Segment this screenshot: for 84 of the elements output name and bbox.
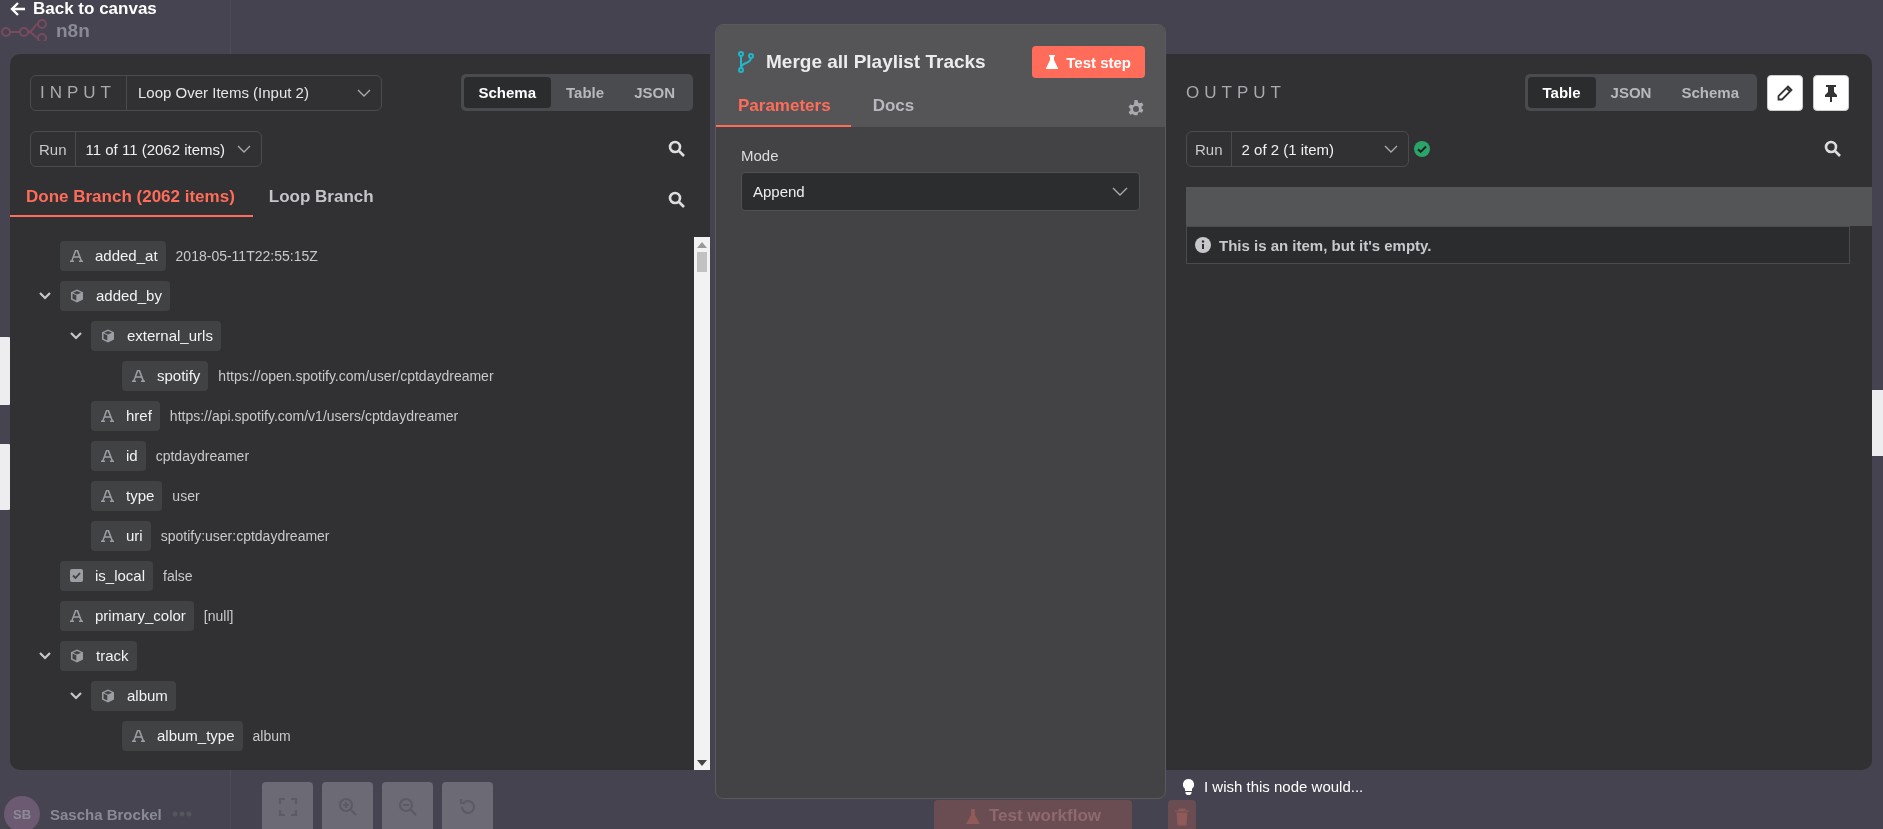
field-key: album [91, 680, 176, 711]
field-key: track [60, 640, 137, 671]
view-tab[interactable]: JSON [619, 77, 690, 108]
cube-icon [101, 688, 115, 703]
view-tab[interactable]: Table [1527, 77, 1596, 108]
text-type-icon [70, 249, 83, 262]
text-type-icon [70, 609, 83, 622]
field-key: is_local [60, 560, 154, 591]
chevron-icon[interactable] [39, 291, 51, 300]
text-type-icon [101, 529, 114, 542]
info-icon [1195, 237, 1211, 253]
run-select[interactable]: Run 2 of 2 (1 item) [1186, 131, 1409, 167]
flask-icon [1046, 55, 1059, 69]
lightbulb-icon [1183, 778, 1194, 795]
field-value: spotify:user:cptdaydreamer [160, 527, 330, 544]
caret-icon [357, 88, 371, 97]
logo-icon [0, 19, 50, 41]
caret-icon [237, 145, 252, 153]
text-type-icon [101, 409, 114, 422]
settings-tab[interactable]: Docs [850, 90, 935, 127]
input-node-select[interactable]: INPUT Loop Over Items (Input 2) [30, 74, 382, 111]
chevron-icon[interactable] [39, 651, 51, 660]
run-select[interactable]: Run 11 of 11 (2062 items) [30, 131, 263, 167]
field-key: uri [91, 520, 151, 551]
field-key: spotify [122, 360, 209, 391]
branch-tab[interactable]: Done Branch (2062 items) [10, 183, 253, 217]
field-key: album_type [122, 720, 243, 751]
cube-icon [70, 288, 84, 303]
pencil-icon [1777, 84, 1793, 101]
back-to-canvas-link[interactable]: Back to canvas [10, 0, 157, 18]
chevron-icon[interactable] [70, 331, 82, 340]
field-label: Mode [741, 147, 780, 164]
output-label: OUTPUT [1186, 82, 1286, 103]
trash-icon [1174, 808, 1190, 826]
text-type-icon [101, 449, 114, 462]
branch-tab[interactable]: Loop Branch [252, 183, 392, 217]
view-tab[interactable]: JSON [1595, 77, 1667, 108]
view-tab[interactable]: Schema [1666, 77, 1754, 108]
chevron-icon[interactable] [70, 691, 82, 700]
cube-icon [70, 648, 84, 663]
mode-select[interactable]: Append [741, 172, 1140, 211]
flask-icon [964, 808, 981, 826]
scroll-thumb[interactable] [697, 252, 707, 272]
arrow-left-icon [10, 1, 26, 17]
empty-item-message: This is an item, but it's empty. [1219, 236, 1432, 254]
search-icon[interactable] [668, 191, 686, 209]
field-key: added_at [60, 240, 166, 271]
field-key: primary_color [60, 600, 194, 631]
view-tab[interactable]: Table [551, 77, 620, 108]
field-value: user [172, 487, 200, 504]
checkbox-icon [70, 569, 83, 582]
text-type-icon [132, 729, 145, 742]
caret-icon [1112, 187, 1128, 196]
field-value: https://open.spotify.com/user/cptdaydreamer [218, 367, 494, 384]
branch-icon [738, 51, 754, 73]
field-value: false [163, 567, 193, 584]
pin-icon [1824, 83, 1838, 102]
field-key: type [91, 480, 163, 511]
field-key: external_urls [91, 320, 221, 351]
search-icon[interactable] [668, 140, 686, 158]
text-type-icon [101, 489, 114, 502]
scrollbar[interactable] [694, 237, 710, 770]
field-value: album [252, 727, 291, 744]
scroll-down-icon[interactable] [697, 760, 707, 766]
text-type-icon [132, 369, 145, 382]
search-icon[interactable] [1824, 140, 1842, 158]
field-value: 2018-05-11T22:55:15Z [175, 247, 318, 264]
pin-button[interactable] [1813, 74, 1849, 111]
field-value: https://api.spotify.com/v1/users/cptdaydreamer [169, 407, 459, 424]
field-value: cptdaydreamer [155, 447, 250, 464]
scroll-up-icon[interactable] [697, 242, 707, 248]
logo-text: n8n [56, 20, 90, 40]
cube-icon [101, 328, 115, 343]
field-key: href [91, 400, 160, 431]
field-key: id [91, 440, 146, 471]
user-name: Sascha Brockel [50, 805, 162, 823]
field-value: [null] [203, 607, 234, 624]
node-title: Merge all Playlist Tracks [766, 51, 987, 73]
field-key: added_by [60, 280, 170, 311]
settings-icon[interactable] [1127, 99, 1145, 118]
view-tab[interactable]: Schema [463, 77, 552, 108]
feedback-link[interactable]: I wish this node would... [1204, 778, 1364, 795]
edit-button[interactable] [1767, 74, 1803, 111]
caret-icon [1383, 145, 1398, 153]
